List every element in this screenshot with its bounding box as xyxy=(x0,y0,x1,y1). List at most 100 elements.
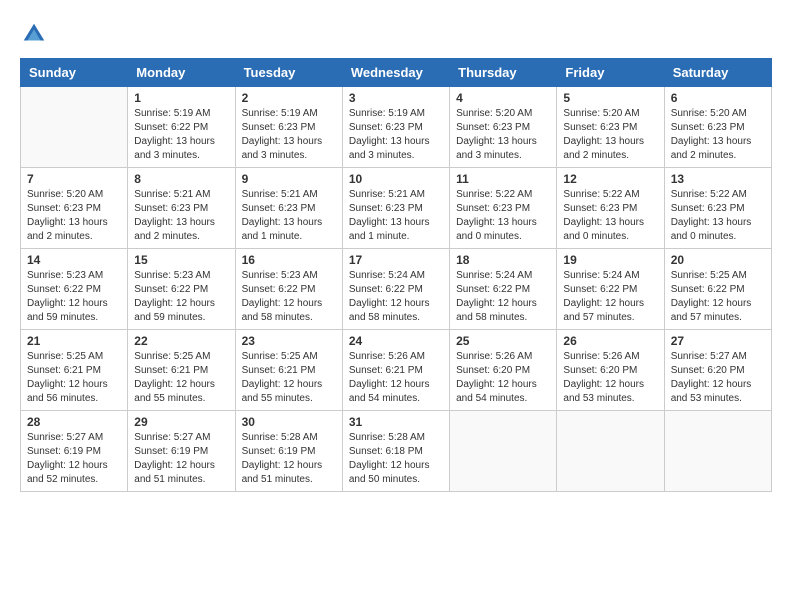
day-info: Sunrise: 5:28 AM Sunset: 6:19 PM Dayligh… xyxy=(242,431,336,487)
day-info: Sunrise: 5:19 AM Sunset: 6:23 PM Dayligh… xyxy=(349,107,443,163)
calendar-week-row: 28 Sunrise: 5:27 AM Sunset: 6:19 PM Dayli… xyxy=(21,411,772,492)
day-info: Sunrise: 5:25 AM Sunset: 6:21 PM Dayligh… xyxy=(242,350,336,406)
logo xyxy=(20,20,52,48)
day-info: Sunrise: 5:25 AM Sunset: 6:21 PM Dayligh… xyxy=(27,350,121,406)
day-info: Sunrise: 5:26 AM Sunset: 6:21 PM Dayligh… xyxy=(349,350,443,406)
calendar-cell: 7 Sunrise: 5:20 AM Sunset: 6:23 PM Daylig… xyxy=(21,168,128,249)
day-info: Sunrise: 5:26 AM Sunset: 6:20 PM Dayligh… xyxy=(456,350,550,406)
calendar-cell: 30 Sunrise: 5:28 AM Sunset: 6:19 PM Dayli… xyxy=(235,411,342,492)
day-number: 4 xyxy=(456,91,550,105)
calendar-cell: 2 Sunrise: 5:19 AM Sunset: 6:23 PM Daylig… xyxy=(235,87,342,168)
day-number: 1 xyxy=(134,91,228,105)
day-number: 23 xyxy=(242,334,336,348)
calendar-table: SundayMondayTuesdayWednesdayThursdayFrid… xyxy=(20,58,772,492)
day-info: Sunrise: 5:27 AM Sunset: 6:20 PM Dayligh… xyxy=(671,350,765,406)
day-info: Sunrise: 5:21 AM Sunset: 6:23 PM Dayligh… xyxy=(242,188,336,244)
day-info: Sunrise: 5:27 AM Sunset: 6:19 PM Dayligh… xyxy=(134,431,228,487)
day-number: 9 xyxy=(242,172,336,186)
day-number: 8 xyxy=(134,172,228,186)
day-info: Sunrise: 5:27 AM Sunset: 6:19 PM Dayligh… xyxy=(27,431,121,487)
page-header xyxy=(20,20,772,48)
calendar-cell: 8 Sunrise: 5:21 AM Sunset: 6:23 PM Daylig… xyxy=(128,168,235,249)
day-info: Sunrise: 5:20 AM Sunset: 6:23 PM Dayligh… xyxy=(563,107,657,163)
day-number: 18 xyxy=(456,253,550,267)
day-info: Sunrise: 5:20 AM Sunset: 6:23 PM Dayligh… xyxy=(456,107,550,163)
day-number: 13 xyxy=(671,172,765,186)
day-number: 21 xyxy=(27,334,121,348)
day-number: 25 xyxy=(456,334,550,348)
calendar-cell: 13 Sunrise: 5:22 AM Sunset: 6:23 PM Dayli… xyxy=(664,168,771,249)
calendar-week-row: 1 Sunrise: 5:19 AM Sunset: 6:22 PM Daylig… xyxy=(21,87,772,168)
day-number: 31 xyxy=(349,415,443,429)
calendar-cell: 23 Sunrise: 5:25 AM Sunset: 6:21 PM Dayli… xyxy=(235,330,342,411)
calendar-cell: 26Sunrise: 5:26 AM Sunset: 6:20 PM Dayli… xyxy=(557,330,664,411)
calendar-cell xyxy=(450,411,557,492)
day-number: 19 xyxy=(563,253,657,267)
calendar-cell: 17 Sunrise: 5:24 AM Sunset: 6:22 PM Dayli… xyxy=(342,249,449,330)
calendar-cell: 29 Sunrise: 5:27 AM Sunset: 6:19 PM Dayli… xyxy=(128,411,235,492)
day-info: Sunrise: 5:25 AM Sunset: 6:21 PM Dayligh… xyxy=(134,350,228,406)
weekday-header: Tuesday xyxy=(235,59,342,87)
day-number: 5 xyxy=(563,91,657,105)
calendar-cell: 18 Sunrise: 5:24 AM Sunset: 6:22 PM Dayli… xyxy=(450,249,557,330)
day-number: 22 xyxy=(134,334,228,348)
weekday-header: Sunday xyxy=(21,59,128,87)
calendar-cell xyxy=(557,411,664,492)
day-info: Sunrise: 5:22 AM Sunset: 6:23 PM Dayligh… xyxy=(671,188,765,244)
calendar-cell: 16Sunrise: 5:23 AM Sunset: 6:22 PM Dayli… xyxy=(235,249,342,330)
day-info: Sunrise: 5:22 AM Sunset: 6:23 PM Dayligh… xyxy=(563,188,657,244)
calendar-cell: 1 Sunrise: 5:19 AM Sunset: 6:22 PM Daylig… xyxy=(128,87,235,168)
calendar-cell: 24 Sunrise: 5:26 AM Sunset: 6:21 PM Dayli… xyxy=(342,330,449,411)
calendar-cell: 25 Sunrise: 5:26 AM Sunset: 6:20 PM Dayli… xyxy=(450,330,557,411)
day-number: 28 xyxy=(27,415,121,429)
day-number: 3 xyxy=(349,91,443,105)
calendar-cell: 21 Sunrise: 5:25 AM Sunset: 6:21 PM Dayli… xyxy=(21,330,128,411)
calendar-cell: 31Sunrise: 5:28 AM Sunset: 6:18 PM Dayli… xyxy=(342,411,449,492)
calendar-cell: 12Sunrise: 5:22 AM Sunset: 6:23 PM Dayli… xyxy=(557,168,664,249)
day-info: Sunrise: 5:26 AM Sunset: 6:20 PM Dayligh… xyxy=(563,350,657,406)
calendar-cell: 4 Sunrise: 5:20 AM Sunset: 6:23 PM Daylig… xyxy=(450,87,557,168)
day-info: Sunrise: 5:24 AM Sunset: 6:22 PM Dayligh… xyxy=(349,269,443,325)
calendar-cell: 19 Sunrise: 5:24 AM Sunset: 6:22 PM Dayli… xyxy=(557,249,664,330)
weekday-header: Wednesday xyxy=(342,59,449,87)
day-number: 15 xyxy=(134,253,228,267)
calendar-cell: 22 Sunrise: 5:25 AM Sunset: 6:21 PM Dayli… xyxy=(128,330,235,411)
day-number: 17 xyxy=(349,253,443,267)
weekday-header: Thursday xyxy=(450,59,557,87)
day-info: Sunrise: 5:22 AM Sunset: 6:23 PM Dayligh… xyxy=(456,188,550,244)
calendar-cell: 6 Sunrise: 5:20 AM Sunset: 6:23 PM Daylig… xyxy=(664,87,771,168)
calendar-week-row: 7 Sunrise: 5:20 AM Sunset: 6:23 PM Daylig… xyxy=(21,168,772,249)
day-info: Sunrise: 5:24 AM Sunset: 6:22 PM Dayligh… xyxy=(456,269,550,325)
day-number: 24 xyxy=(349,334,443,348)
logo-icon xyxy=(20,20,48,48)
day-info: Sunrise: 5:23 AM Sunset: 6:22 PM Dayligh… xyxy=(27,269,121,325)
day-info: Sunrise: 5:24 AM Sunset: 6:22 PM Dayligh… xyxy=(563,269,657,325)
calendar-cell: 28 Sunrise: 5:27 AM Sunset: 6:19 PM Dayli… xyxy=(21,411,128,492)
calendar-cell: 14Sunrise: 5:23 AM Sunset: 6:22 PM Dayli… xyxy=(21,249,128,330)
day-info: Sunrise: 5:20 AM Sunset: 6:23 PM Dayligh… xyxy=(671,107,765,163)
day-number: 27 xyxy=(671,334,765,348)
day-number: 30 xyxy=(242,415,336,429)
day-number: 20 xyxy=(671,253,765,267)
day-number: 2 xyxy=(242,91,336,105)
day-number: 29 xyxy=(134,415,228,429)
day-info: Sunrise: 5:20 AM Sunset: 6:23 PM Dayligh… xyxy=(27,188,121,244)
calendar-cell: 20 Sunrise: 5:25 AM Sunset: 6:22 PM Dayli… xyxy=(664,249,771,330)
day-info: Sunrise: 5:19 AM Sunset: 6:22 PM Dayligh… xyxy=(134,107,228,163)
calendar-cell: 15Sunrise: 5:23 AM Sunset: 6:22 PM Dayli… xyxy=(128,249,235,330)
calendar-cell xyxy=(664,411,771,492)
calendar-cell: 5 Sunrise: 5:20 AM Sunset: 6:23 PM Daylig… xyxy=(557,87,664,168)
day-info: Sunrise: 5:21 AM Sunset: 6:23 PM Dayligh… xyxy=(134,188,228,244)
calendar-cell: 27 Sunrise: 5:27 AM Sunset: 6:20 PM Dayli… xyxy=(664,330,771,411)
calendar-cell xyxy=(21,87,128,168)
weekday-header: Saturday xyxy=(664,59,771,87)
day-number: 11 xyxy=(456,172,550,186)
day-info: Sunrise: 5:25 AM Sunset: 6:22 PM Dayligh… xyxy=(671,269,765,325)
calendar-cell: 9 Sunrise: 5:21 AM Sunset: 6:23 PM Daylig… xyxy=(235,168,342,249)
day-number: 6 xyxy=(671,91,765,105)
day-number: 7 xyxy=(27,172,121,186)
calendar-week-row: 21 Sunrise: 5:25 AM Sunset: 6:21 PM Dayli… xyxy=(21,330,772,411)
day-info: Sunrise: 5:19 AM Sunset: 6:23 PM Dayligh… xyxy=(242,107,336,163)
day-info: Sunrise: 5:23 AM Sunset: 6:22 PM Dayligh… xyxy=(242,269,336,325)
calendar-cell: 11 Sunrise: 5:22 AM Sunset: 6:23 PM Dayli… xyxy=(450,168,557,249)
